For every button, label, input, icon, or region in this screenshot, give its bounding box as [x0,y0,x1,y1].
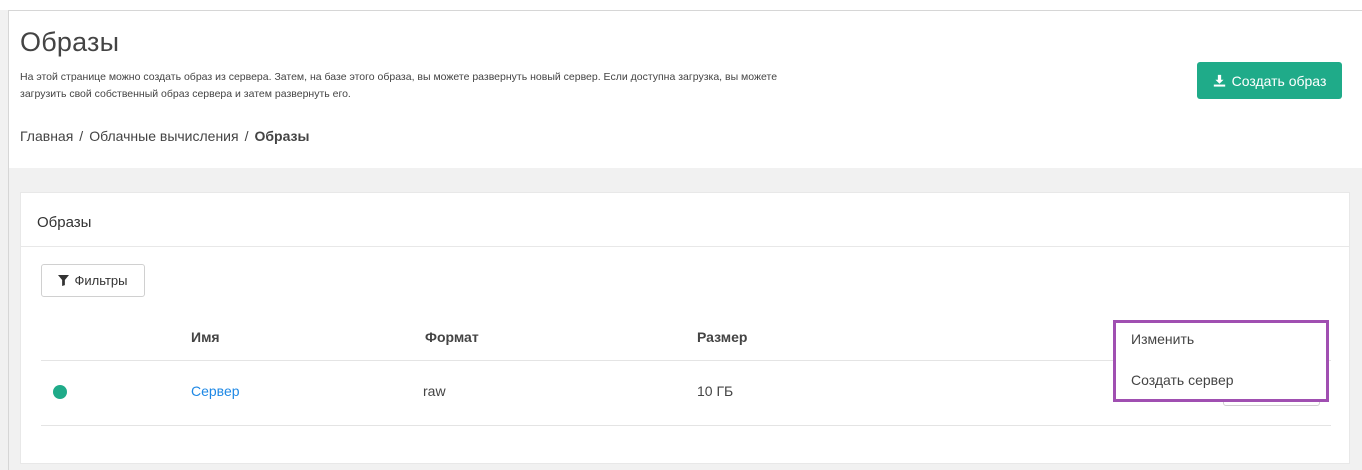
column-header-size[interactable]: Размер [697,329,747,345]
breadcrumb-separator: / [244,128,249,144]
image-format: raw [423,383,446,399]
breadcrumb-current: Образы [254,128,310,144]
create-image-label: Создать образ [1231,72,1327,89]
download-icon [1213,74,1225,87]
column-header-name[interactable]: Имя [191,329,220,345]
panel-divider [21,246,1349,247]
image-size: 10 ГБ [697,383,734,399]
page-header: Образы На этой странице можно создать об… [8,10,1362,168]
breadcrumb-cloud-computing[interactable]: Облачные вычисления [89,128,238,144]
column-header-format[interactable]: Формат [425,329,479,345]
image-name-link[interactable]: Сервер [191,383,240,399]
panel-title: Образы [37,214,92,231]
menu-item-create-server[interactable]: Создать сервер [1131,372,1234,388]
page-description: На этой странице можно создать образ из … [20,71,778,100]
create-image-button[interactable]: Создать образ [1197,62,1342,99]
page-title: Образы [20,27,120,57]
menu-item-edit[interactable]: Изменить [1131,331,1194,347]
filters-button[interactable]: Фильтры [41,264,145,297]
status-indicator [53,385,67,399]
breadcrumb-home[interactable]: Главная [20,128,73,144]
breadcrumb-separator: / [79,128,84,144]
filters-label: Фильтры [74,273,128,288]
filter-icon [58,275,70,286]
left-border [8,168,9,470]
top-frame [0,0,1362,10]
actions-dropdown-menu: Изменить Создать сервер [1113,320,1329,402]
breadcrumb: Главная / Облачные вычисления / Образы [20,128,309,144]
table-bottom-divider [41,425,1331,426]
